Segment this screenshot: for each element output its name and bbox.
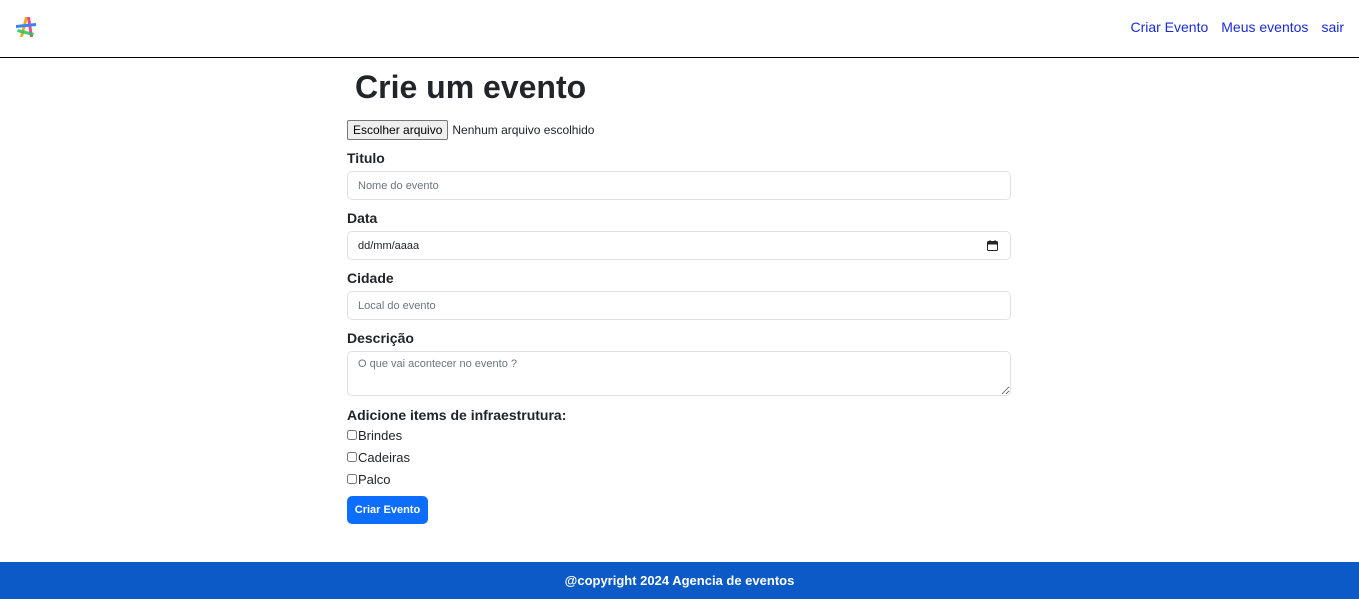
date-label: Data: [347, 210, 378, 226]
infra-title: Adicione items de infraestrutura:: [347, 407, 567, 423]
checkbox-palco[interactable]: [347, 474, 357, 484]
date-input[interactable]: dd/mm/aaaa: [347, 231, 1011, 260]
infra-item-cadeiras: Cadeiras: [347, 446, 1011, 468]
title-label: Titulo: [347, 150, 385, 166]
file-upload: Escolher arquivo Nenhum arquivo escolhid…: [347, 120, 1011, 140]
city-input[interactable]: [347, 291, 1011, 320]
footer-copyright: @copyright 2024 Agencia de eventos: [564, 573, 795, 588]
nav-links: Criar Evento Meus eventos sair: [1130, 19, 1344, 36]
checkbox-label-cadeiras: Cadeiras: [358, 449, 411, 465]
nav-link-sair[interactable]: sair: [1321, 19, 1344, 36]
checkbox-brindes[interactable]: [347, 430, 357, 440]
nav-link-criar-evento[interactable]: Criar Evento: [1130, 19, 1208, 36]
choose-file-button[interactable]: Escolher arquivo: [347, 120, 449, 140]
calendar-icon[interactable]: [987, 240, 998, 251]
top-navbar: Criar Evento Meus eventos sair: [0, 0, 1359, 58]
logo-icon[interactable]: [14, 15, 38, 39]
event-form: Crie um evento Escolher arquivo Nenhum a…: [347, 58, 1011, 524]
city-label: Cidade: [347, 270, 394, 286]
submit-create-event-button[interactable]: Criar Evento: [347, 496, 428, 524]
nav-link-meus-eventos[interactable]: Meus eventos: [1221, 19, 1308, 36]
checkbox-cadeiras[interactable]: [347, 452, 357, 462]
infra-item-brindes: Brindes: [347, 424, 1011, 446]
infra-item-palco: Palco: [347, 468, 1011, 490]
description-textarea[interactable]: [347, 351, 1011, 396]
page-title: Crie um evento: [355, 69, 587, 105]
description-label: Descrição: [347, 330, 414, 346]
checkbox-label-palco: Palco: [358, 471, 391, 487]
checkbox-label-brindes: Brindes: [358, 427, 403, 443]
footer: @copyright 2024 Agencia de eventos: [0, 562, 1359, 599]
file-status-text: Nenhum arquivo escolhido: [452, 123, 595, 137]
title-input[interactable]: [347, 171, 1011, 200]
date-value: dd/mm/aaaa: [358, 239, 420, 252]
